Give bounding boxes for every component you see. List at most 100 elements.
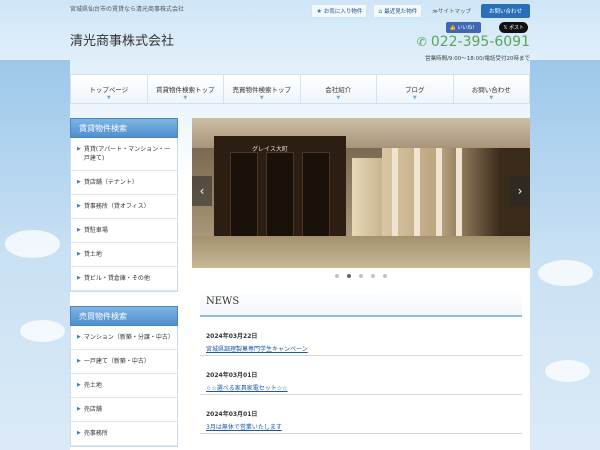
sidebar-item-sale-land[interactable]: ▶ 売土地 xyxy=(71,374,177,398)
chevron-right-icon: ▶ xyxy=(77,382,81,388)
recently-viewed-link[interactable]: ⌂ 最近見た物件 xyxy=(373,4,423,18)
nav-label: 売買物件検索トップ xyxy=(232,86,292,94)
news-section: NEWS 2024年03月22日 宮城県調理製菓専門学生キャンペーン 2024年… xyxy=(200,290,522,434)
chevron-right-icon: › xyxy=(517,184,523,198)
sidebar-item-sale-office[interactable]: ▶ 売事務所 xyxy=(71,422,177,446)
site-logo[interactable]: 清光商事株式会社 xyxy=(70,30,174,49)
slider-dot[interactable] xyxy=(383,274,387,278)
header-links: ★ お気に入り物件 ⌂ 最近見た物件 ≫サイトマップ お問い合わせ xyxy=(311,4,530,18)
slider-prev-button[interactable]: ‹ xyxy=(192,176,212,206)
news-date: 2024年03月01日 xyxy=(206,372,258,379)
nav-rental-search[interactable]: 賃貸物件検索トップ ▼ xyxy=(148,75,224,103)
slide-photo-pillar xyxy=(456,148,462,240)
slide-photo-door xyxy=(230,152,258,238)
chevron-right-icon: ▶ xyxy=(77,358,81,364)
nav-contact[interactable]: お問い合わせ ▼ xyxy=(454,75,530,103)
chevron-right-icon: ▶ xyxy=(77,179,81,185)
news-link[interactable]: ☆☆選べる家具家電セット☆☆ xyxy=(206,383,516,392)
news-item: 2024年03月22日 宮城県調理製菓専門学生キャンペーン xyxy=(200,317,522,356)
page-container: 宮城県仙台市の賃貸なら清光商事株式会社 清光商事株式会社 ★ お気に入り物件 ⌂… xyxy=(70,0,530,450)
chevron-right-icon: ▶ xyxy=(77,146,81,152)
main-content: グレイス大町 ‹ › NEWS 2024年03月22日 宮城県調理製菓専門学生キ… xyxy=(192,118,530,434)
sidebar-item-label: 売事務所 xyxy=(83,430,108,437)
slide-photo-pillar xyxy=(392,148,398,240)
cloud-decoration xyxy=(5,230,60,258)
sidebar-item-sale-store[interactable]: ▶ 売店舗 xyxy=(71,398,177,422)
news-item: 2024年03月01日 ☆☆選べる家具家電セット☆☆ xyxy=(200,356,522,395)
sidebar-item-label: 売土地 xyxy=(83,382,102,389)
sidebar-item-label: 一戸建て（新築・中古） xyxy=(83,358,150,365)
sidebar-item-rental-store[interactable]: ▶ 貸店舗（テナント） xyxy=(71,171,177,195)
nav-blog[interactable]: ブログ ▼ xyxy=(377,75,454,103)
slider-next-button[interactable]: › xyxy=(510,176,530,206)
x-post-button[interactable]: 𝕏 ポスト xyxy=(499,22,528,33)
sidebar-item-rental-office[interactable]: ▶ 貸事務所（貸オフィス） xyxy=(71,195,177,219)
sitemap-label: ≫サイトマップ xyxy=(432,9,471,15)
rental-search-menu: 賃貸物件検索 ▶ 賃貸(アパート・マンション・一戸建て) ▶ 貸店舗（テナント） ▶… xyxy=(70,118,178,292)
nav-top-page[interactable]: トップページ ▼ xyxy=(70,75,148,103)
star-icon: ★ xyxy=(316,7,322,15)
cloud-decoration xyxy=(20,320,65,342)
sidebar-item-rental-parking[interactable]: ▶ 貸駐車場 xyxy=(71,219,177,243)
house-icon: ⌂ xyxy=(378,7,383,15)
phone-number[interactable]: ✆ 022-395-6091 xyxy=(417,34,530,50)
news-link[interactable]: 宮城県調理製菓専門学生キャンペーン xyxy=(206,344,516,353)
favorites-label: お気に入り物件 xyxy=(323,9,363,15)
slider-pagination xyxy=(192,274,530,278)
chevron-down-icon: ▼ xyxy=(183,95,188,101)
nav-label: ブログ xyxy=(405,86,425,94)
phone-text: 022-395-6091 xyxy=(430,34,530,50)
sidebar-item-rental-land[interactable]: ▶ 貸土地 xyxy=(71,243,177,267)
slide-photo-door xyxy=(302,152,330,238)
slider-dot[interactable] xyxy=(371,274,375,278)
facebook-like-button[interactable]: 👍 いいね！ xyxy=(445,22,482,33)
nav-label: 賃貸物件検索トップ xyxy=(156,86,215,94)
sky-background-left xyxy=(0,60,70,450)
contact-button[interactable]: お問い合わせ xyxy=(480,4,530,18)
chevron-left-icon: ‹ xyxy=(199,184,205,198)
chevron-down-icon: ▼ xyxy=(489,95,494,101)
sidebar-item-rental-building[interactable]: ▶ 貸ビル・貸倉庫・その他 xyxy=(71,267,177,291)
sidebar-item-rental-residential[interactable]: ▶ 賃貸(アパート・マンション・一戸建て) xyxy=(71,138,177,171)
news-date: 2024年03月22日 xyxy=(206,333,258,340)
news-link[interactable]: 3月は無休で営業いたします xyxy=(206,422,516,431)
cloud-decoration xyxy=(545,360,590,382)
news-heading: NEWS xyxy=(200,290,522,317)
nav-sale-search[interactable]: 売買物件検索トップ ▼ xyxy=(224,75,301,103)
nav-label: 会社紹介 xyxy=(325,86,352,94)
global-navigation: トップページ ▼ 賃貸物件検索トップ ▼ 売買物件検索トップ ▼ 会社紹介 ▼ … xyxy=(70,74,530,104)
thumbs-up-icon: 👍 xyxy=(449,25,456,31)
favorites-link[interactable]: ★ お気に入り物件 xyxy=(311,4,368,18)
recently-viewed-label: 最近見た物件 xyxy=(384,9,418,15)
slide-photo-light xyxy=(352,158,382,238)
sidebar-item-sale-mansion[interactable]: ▶ マンション（新築・分譲・中古） xyxy=(71,326,177,350)
slider-dot[interactable] xyxy=(359,274,363,278)
sidebar-item-sale-house[interactable]: ▶ 一戸建て（新築・中古） xyxy=(71,350,177,374)
sidebar-item-label: 貸土地 xyxy=(83,251,102,258)
news-date: 2024年03月01日 xyxy=(206,411,258,418)
slide-photo-pillar xyxy=(414,148,420,240)
nav-label: お問い合わせ xyxy=(471,86,511,94)
chevron-right-icon: ▶ xyxy=(77,430,81,436)
news-item: 2024年03月01日 3月は無休で営業いたします xyxy=(200,395,522,434)
sidebar-item-label: 貸事務所（貸オフィス） xyxy=(83,203,150,210)
header-tagline: 宮城県仙台市の賃貸なら清光商事株式会社 xyxy=(70,6,185,13)
sky-background-right xyxy=(530,60,600,450)
rental-search-list: ▶ 賃貸(アパート・マンション・一戸建て) ▶ 貸店舗（テナント） ▶ 貸事務所（貸オ… xyxy=(70,138,178,292)
nav-company[interactable]: 会社紹介 ▼ xyxy=(301,75,377,103)
chevron-right-icon: ▶ xyxy=(77,203,81,209)
slide-photo-pillar xyxy=(436,148,442,240)
cloud-decoration xyxy=(538,260,593,286)
sale-search-list: ▶ マンション（新築・分譲・中古） ▶ 一戸建て（新築・中古） ▶ 売土地 ▶ 売店舗 … xyxy=(70,326,178,447)
chevron-right-icon: ▶ xyxy=(77,227,81,233)
slider-dot-active[interactable] xyxy=(347,274,351,278)
sale-search-menu: 売買物件検索 ▶ マンション（新築・分譲・中古） ▶ 一戸建て（新築・中古） ▶ 売土… xyxy=(70,306,178,447)
chevron-down-icon: ▼ xyxy=(106,95,111,101)
phone-icon: ✆ xyxy=(416,35,427,49)
sidebar-item-label: 賃貸(アパート・マンション・一戸建て) xyxy=(83,146,171,162)
business-hours: 営業時間/9:00～18:00/電話受付20時まで xyxy=(425,56,530,62)
sidebar-item-label: 貸店舗（テナント） xyxy=(83,179,138,186)
sitemap-link[interactable]: ≫サイトマップ xyxy=(428,5,475,17)
chevron-down-icon: ▼ xyxy=(259,95,264,101)
slider-dot[interactable] xyxy=(335,274,339,278)
